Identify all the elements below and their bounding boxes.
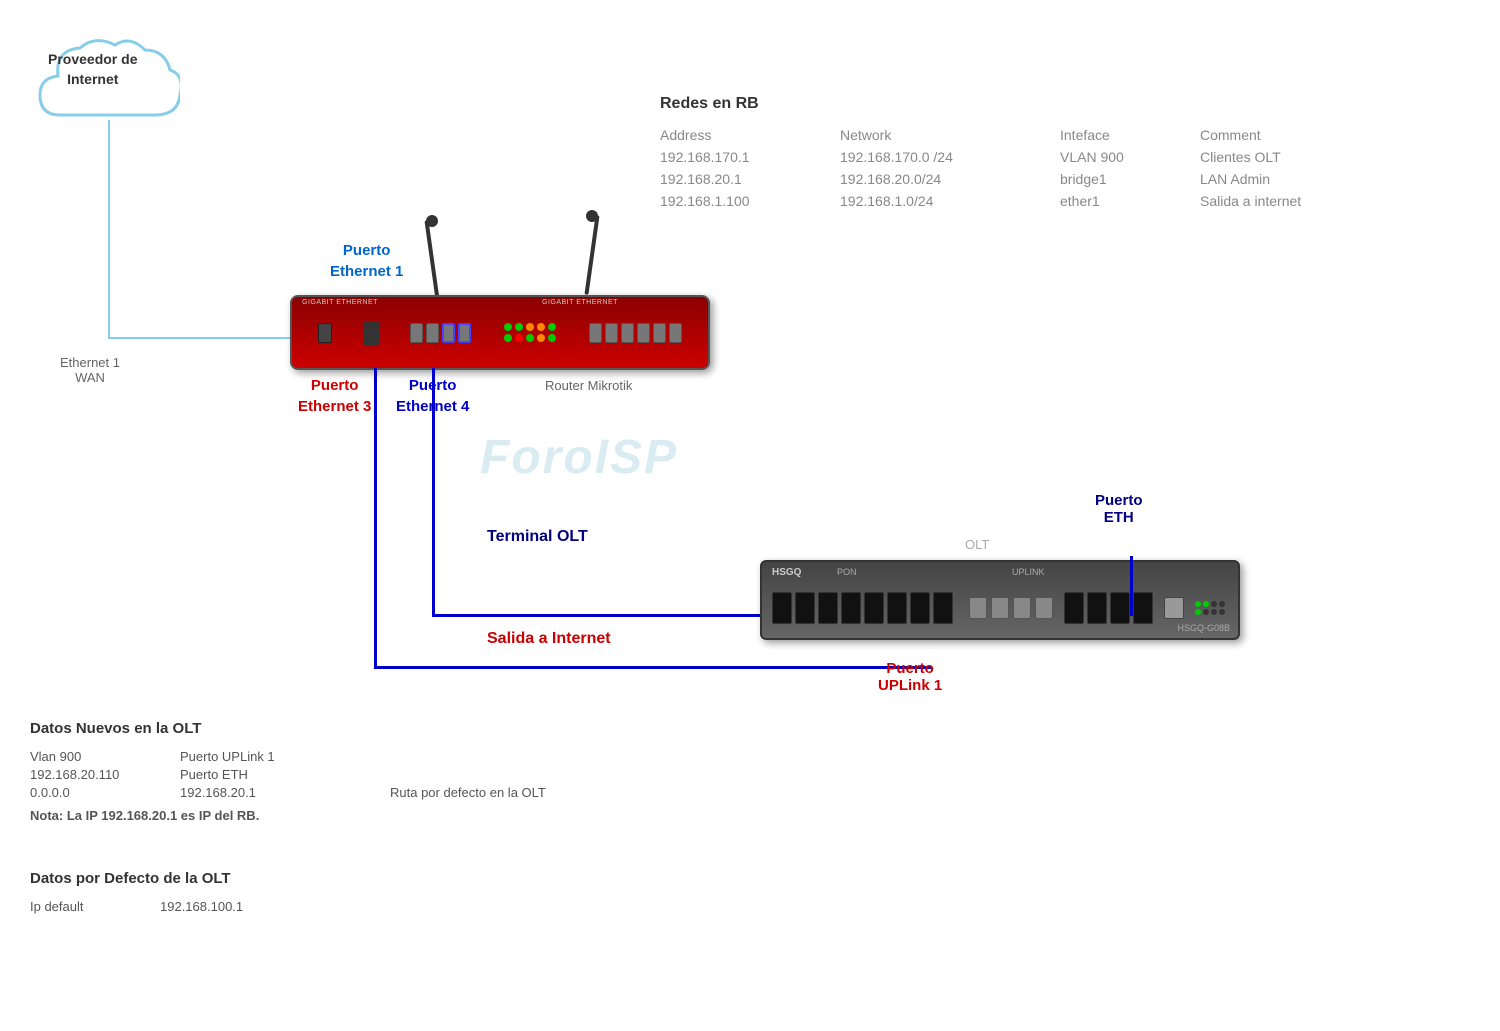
watermark: ForoISP [480,430,678,485]
olt-device: HSGQ PON UPLINK [760,560,1240,640]
antenna-ball-left [426,215,438,227]
redes-rb-section: Redes en RB Address Network Inteface Com… [660,95,1480,211]
datos-row1-col3 [390,749,580,764]
datos-row2-col1: 192.168.20.110 [30,767,170,782]
row1-address: 192.168.170.1 [660,147,840,167]
antenna-ball-right [586,210,598,222]
router-mikrotik-label: Router Mikrotik [545,378,632,393]
defecto-row1-col1: Ip default [30,899,150,914]
puerto-ethernet1-label: PuertoEthernet 1 [330,240,403,282]
router-mikrotik: GIGABIT ETHERNET GIGABIT ETHERNET [290,295,710,370]
col-header-address: Address [660,125,840,145]
olt-top-label: OLT [965,537,989,552]
datos-row1-col1: Vlan 900 [30,749,170,764]
puerto-eth-label: PuertoETH [1095,492,1143,526]
datos-row2-col3 [390,767,580,782]
led-array [502,321,558,344]
col-header-network: Network [840,125,1060,145]
olt-leds [1195,601,1225,615]
eth-ports-group2 [589,323,682,343]
datos-row3-col3: Ruta por defecto en la OLT [390,785,580,800]
sfp-port [363,321,379,345]
datos-row3-col2: 192.168.20.1 [180,785,380,800]
cable-eth3-vertical [374,368,377,668]
cloud-label: Proveedor deInternet [48,50,137,89]
redes-rb-table: Address Network Inteface Comment 192.168… [660,125,1480,211]
antenna-right [584,215,599,295]
datos-nuevos-grid: Vlan 900 Puerto UPLink 1 192.168.20.110 … [30,749,580,800]
cable-eth3-horizontal [374,666,931,669]
datos-defecto-section: Datos por Defecto de la OLT Ip default 1… [30,870,340,914]
pon-label: PON [837,567,857,577]
hsgq-brand: HSGQ [772,567,801,578]
isp-line-horizontal [108,337,294,339]
datos-defecto-title: Datos por Defecto de la OLT [30,870,340,887]
col-header-inteface: Inteface [1060,125,1200,145]
datos-defecto-grid: Ip default 192.168.100.1 [30,899,340,914]
terminal-olt-label: Terminal OLT [487,528,588,546]
cable-olt-eth-vertical [1130,556,1133,616]
eth-ports-group1 [410,323,471,343]
antenna-left [424,220,439,300]
row2-address: 192.168.20.1 [660,169,840,189]
uplink-label: UPLINK [1012,567,1045,577]
olt-eth-mgmt [1164,597,1184,619]
usb-port [318,323,332,343]
redes-rb-title: Redes en RB [660,95,1480,113]
row2-interface: bridge1 [1060,169,1200,189]
row1-interface: VLAN 900 [1060,147,1200,167]
puerto-ethernet3-label: PuertoEthernet 3 [298,375,371,417]
salida-internet-label: Salida a Internet [487,630,611,648]
datos-nuevos-section: Datos Nuevos en la OLT Vlan 900 Puerto U… [30,720,580,823]
olt-sfp-ports [772,592,953,624]
row3-comment: Salida a internet [1200,191,1400,211]
isp-line-vertical [108,120,110,338]
datos-row1-col2: Puerto UPLink 1 [180,749,380,764]
datos-row3-col1: 0.0.0.0 [30,785,170,800]
col-header-comment: Comment [1200,125,1400,145]
datos-row2-col2: Puerto ETH [180,767,380,782]
defecto-row1-col2: 192.168.100.1 [160,899,340,914]
row3-interface: ether1 [1060,191,1200,211]
row2-network: 192.168.20.0/24 [840,169,1060,189]
olt-rj45-ports [969,597,1053,619]
datos-nuevos-note: Nota: La IP 192.168.20.1 es IP del RB. [30,808,580,823]
cable-eth4-vertical [432,368,435,616]
puerto-uplink1-label: PuertoUPLink 1 [878,660,942,694]
eth1-wan-label: Ethernet 1WAN [60,355,120,385]
row3-network: 192.168.1.0/24 [840,191,1060,211]
olt-model: HSGQ-G08B [1177,623,1230,633]
row1-comment: Clientes OLT [1200,147,1400,167]
row3-address: 192.168.1.100 [660,191,840,211]
row2-comment: LAN Admin [1200,169,1400,189]
olt-gpon-ports [1064,592,1153,624]
row1-network: 192.168.170.0 /24 [840,147,1060,167]
datos-nuevos-title: Datos Nuevos en la OLT [30,720,580,737]
